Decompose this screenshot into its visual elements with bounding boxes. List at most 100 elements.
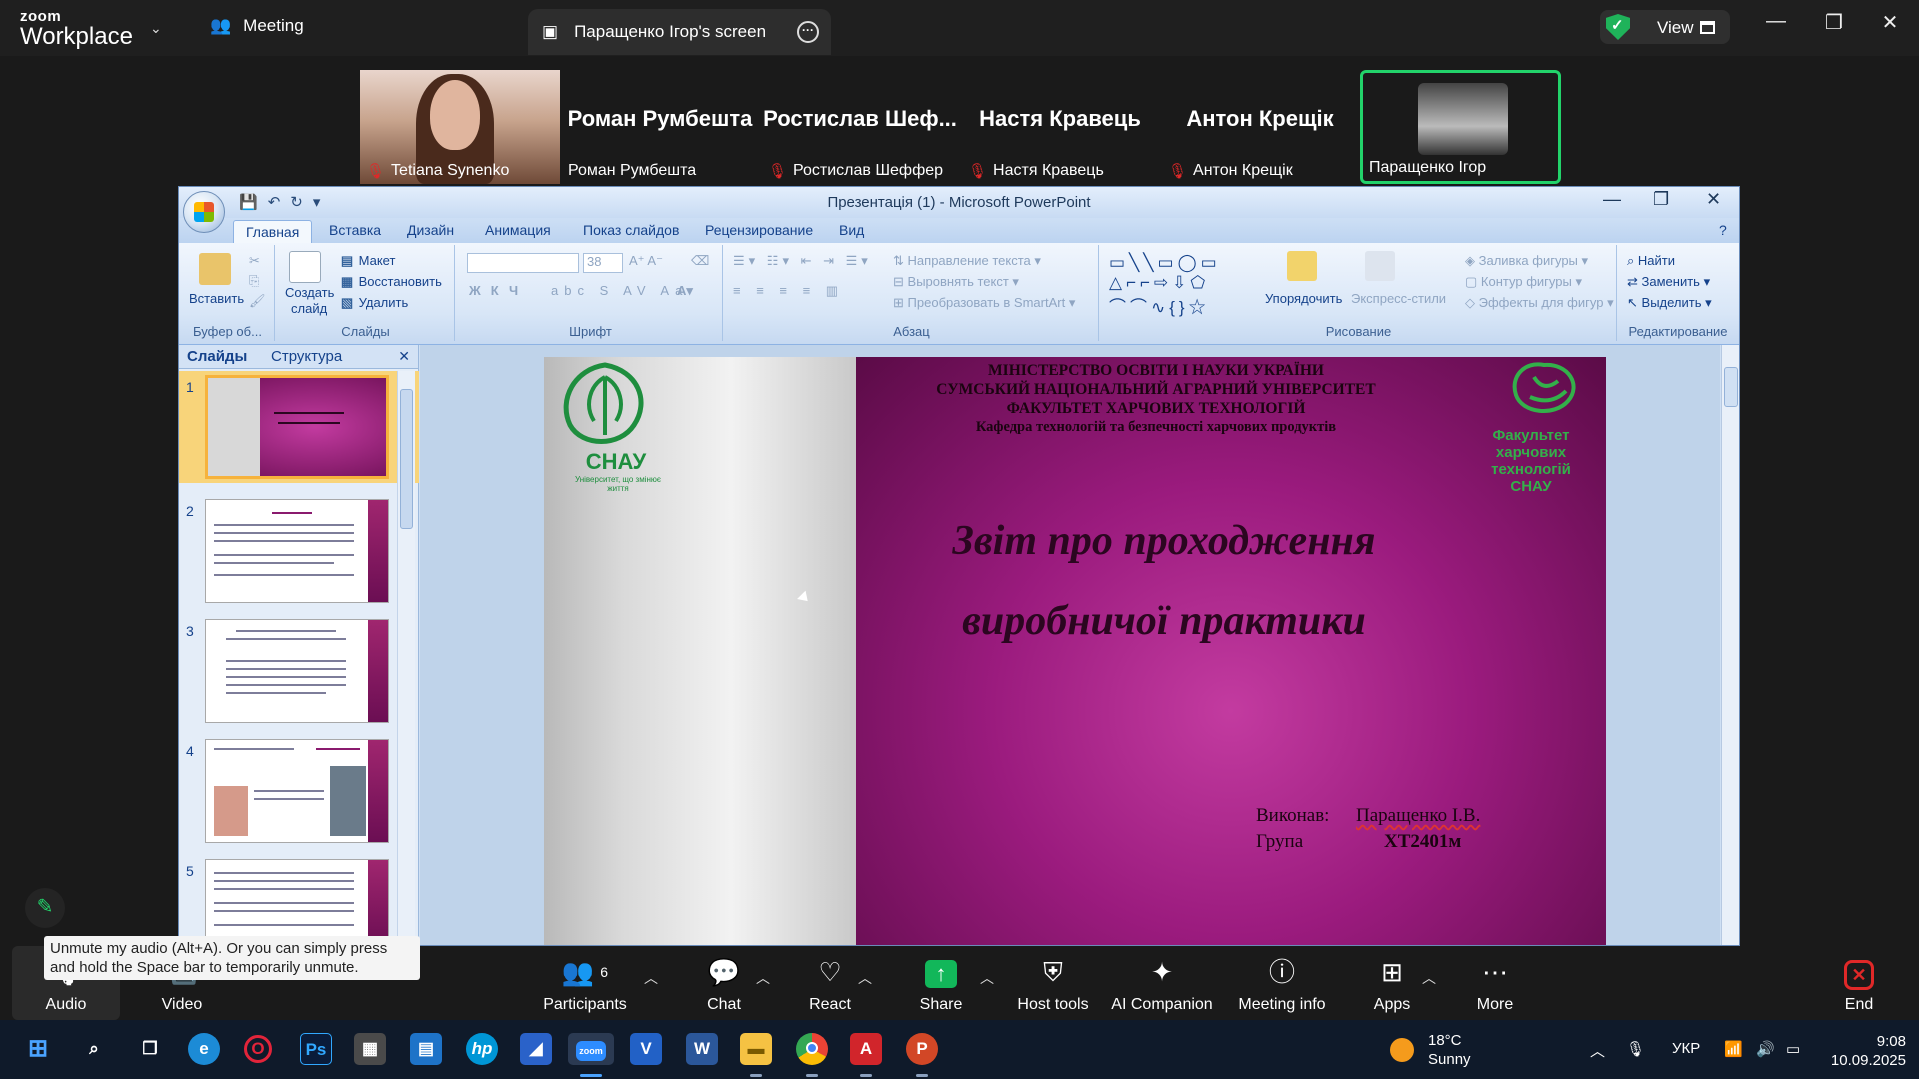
- delete-slide-button[interactable]: ▧ Удалить: [339, 295, 408, 311]
- close-icon[interactable]: ✕: [1706, 189, 1721, 210]
- apps-button[interactable]: ⊞ Apps: [1364, 946, 1420, 1020]
- align-text-button[interactable]: ⊟ Выровнять текст ▾: [893, 274, 1019, 290]
- office-button[interactable]: [183, 191, 225, 233]
- text-direction-button[interactable]: ⇅ Направление текста ▾: [893, 253, 1041, 269]
- shape-outline-button[interactable]: ▢ Контур фигуры ▾: [1465, 274, 1582, 290]
- replace-button[interactable]: ⇄ Заменить ▾: [1627, 274, 1710, 290]
- volume-icon[interactable]: 🔊: [1756, 1040, 1775, 1058]
- restore-icon[interactable]: ❐: [1653, 189, 1669, 210]
- font-name-combo[interactable]: [467, 253, 579, 273]
- tab-view[interactable]: Вид: [839, 222, 864, 238]
- video-tile-active-speaker[interactable]: Паращенко Ігор: [1360, 70, 1561, 184]
- video-tile-rostyslav[interactable]: Ростислав Шеф... 🎙 Ростислав Шеффер: [762, 70, 958, 184]
- tab-design[interactable]: Дизайн: [407, 222, 454, 238]
- task-view-icon[interactable]: ❐: [134, 1033, 166, 1065]
- edge-icon[interactable]: e: [188, 1033, 220, 1065]
- chevron-up-icon[interactable]: ︿: [1590, 1040, 1605, 1061]
- ai-companion-button[interactable]: ✦ AI Companion: [1104, 946, 1220, 1020]
- close-icon[interactable]: ✕: [1870, 10, 1910, 35]
- minimize-icon[interactable]: —: [1756, 10, 1796, 33]
- close-pane-icon[interactable]: ✕: [398, 348, 410, 365]
- scrollbar-thumb[interactable]: [1724, 367, 1738, 407]
- slide-thumbnail-3[interactable]: [205, 619, 389, 723]
- smartart-button[interactable]: ⊞ Преобразовать в SmartArt ▾: [893, 295, 1075, 311]
- chrome-icon[interactable]: [796, 1033, 828, 1065]
- zoom-workplace-logo[interactable]: zoom Workplace: [20, 9, 133, 49]
- chevron-up-icon[interactable]: ︿: [644, 968, 658, 988]
- vpn-icon[interactable]: V: [630, 1033, 662, 1065]
- taskbar-clock[interactable]: 9:08 10.09.2025: [1826, 1032, 1906, 1070]
- arrange-button[interactable]: Упорядочить: [1265, 291, 1342, 306]
- wifi-icon[interactable]: 📶: [1724, 1040, 1743, 1058]
- font-size-combo[interactable]: 38: [583, 253, 623, 273]
- more-options-icon[interactable]: ···: [797, 21, 819, 43]
- new-slide-button-1[interactable]: Создать: [285, 285, 334, 300]
- video-tile-nastia[interactable]: Настя Кравець 🎙 Настя Кравець: [962, 70, 1158, 184]
- new-slide-icon[interactable]: [289, 251, 321, 283]
- tab-shared-screen[interactable]: ▣ Паращенко Ігор's screen ···: [528, 9, 831, 55]
- video-tile-anton[interactable]: Антон Крещік 🎙 Антон Крещік: [1162, 70, 1358, 184]
- acrobat-icon[interactable]: A: [850, 1033, 882, 1065]
- shape-effects-button[interactable]: ◇ Эффекты для фигур ▾: [1465, 295, 1614, 311]
- new-slide-button-2[interactable]: слайд: [291, 301, 327, 316]
- chevron-up-icon[interactable]: ︿: [1422, 968, 1436, 988]
- tab-review[interactable]: Рецензирование: [705, 222, 813, 238]
- tab-outline[interactable]: Структура: [271, 348, 342, 365]
- chevron-up-icon[interactable]: ︿: [980, 968, 994, 988]
- help-icon[interactable]: ?: [1719, 222, 1727, 238]
- view-button[interactable]: View: [1600, 10, 1730, 44]
- slide-thumbnail-2[interactable]: [205, 499, 389, 603]
- powerpoint-icon[interactable]: P: [906, 1033, 938, 1065]
- photoshop-icon[interactable]: Ps: [300, 1033, 332, 1065]
- paste-button[interactable]: Вставить: [189, 291, 244, 306]
- clear-format-icon[interactable]: ⌫: [691, 253, 709, 269]
- list-icons[interactable]: ☰▾ ☷▾ ⇤ ⇥ ☰▾: [733, 253, 872, 269]
- chevron-up-icon[interactable]: ︿: [756, 968, 770, 988]
- share-button[interactable]: ↑ Share: [910, 946, 972, 1020]
- align-icons[interactable]: ≡ ≡ ≡ ≡ ▥: [733, 283, 844, 299]
- scrollbar-thumb[interactable]: [400, 389, 413, 529]
- react-button[interactable]: ♡ React: [800, 946, 860, 1020]
- more-button[interactable]: ⋯ More: [1466, 946, 1524, 1020]
- slide-vertical-scrollbar[interactable]: [1721, 345, 1739, 945]
- font-style-buttons[interactable]: ЖКЧ: [469, 283, 528, 298]
- participants-button[interactable]: 👥 6 Participants: [540, 946, 630, 1020]
- snipping-icon[interactable]: ◢: [520, 1033, 552, 1065]
- tab-slides[interactable]: Слайды: [187, 348, 247, 365]
- reset-button[interactable]: ▦ Восстановить: [339, 274, 442, 290]
- chevron-up-icon[interactable]: ︿: [858, 968, 872, 988]
- battery-icon[interactable]: ▭: [1786, 1040, 1800, 1058]
- slide-thumbnail-1[interactable]: [205, 375, 389, 479]
- format-painter-icon[interactable]: 🖌: [249, 293, 266, 309]
- tab-animation[interactable]: Анимация: [485, 222, 551, 238]
- slide-thumbnail-4[interactable]: [205, 739, 389, 843]
- chevron-down-icon[interactable]: ⌄: [150, 20, 162, 37]
- annotate-pencil-icon[interactable]: ✎: [25, 888, 65, 928]
- paste-icon[interactable]: [199, 253, 231, 285]
- quick-styles-icon[interactable]: [1365, 251, 1395, 281]
- tab-home[interactable]: Главная: [233, 220, 313, 244]
- language-indicator[interactable]: УКР: [1672, 1040, 1700, 1057]
- shape-fill-button[interactable]: ◈ Заливка фигуры ▾: [1465, 253, 1588, 269]
- layout-button[interactable]: ▤ Макет: [339, 253, 396, 269]
- current-slide[interactable]: СНАУ Університет, що змінює життя МІНІСТ…: [544, 357, 1606, 945]
- chat-button[interactable]: 💬 Chat: [690, 946, 758, 1020]
- grow-font-icon[interactable]: A⁺ A⁻: [629, 253, 663, 269]
- video-tile-roman[interactable]: Роман Румбешта Роман Румбешта: [562, 70, 758, 184]
- explorer-icon[interactable]: ▬: [740, 1033, 772, 1065]
- opera-icon[interactable]: O: [244, 1035, 272, 1063]
- zoom-icon[interactable]: zoom: [568, 1033, 614, 1065]
- search-icon[interactable]: ⌕: [78, 1033, 110, 1065]
- find-button[interactable]: ⌕ Найти: [1627, 253, 1675, 269]
- restore-icon[interactable]: ❐: [1814, 10, 1854, 35]
- host-tools-button[interactable]: ⛨ Host tools: [1010, 946, 1096, 1020]
- word-icon[interactable]: W: [686, 1033, 718, 1065]
- select-button[interactable]: ↖ Выделить ▾: [1627, 295, 1712, 311]
- calculator-icon[interactable]: ▦: [354, 1033, 386, 1065]
- shapes-gallery[interactable]: ▭╲╲▭◯▭ △⌐⌐⇨⇩⬠ ⌒⌒∿{}☆: [1109, 253, 1221, 318]
- slides-pane-scrollbar[interactable]: [397, 371, 415, 945]
- tab-insert[interactable]: Вставка: [329, 222, 381, 238]
- font-color-icon[interactable]: A▾: [677, 283, 693, 299]
- arrange-icon[interactable]: [1287, 251, 1317, 281]
- cut-icon[interactable]: ✂: [249, 253, 260, 269]
